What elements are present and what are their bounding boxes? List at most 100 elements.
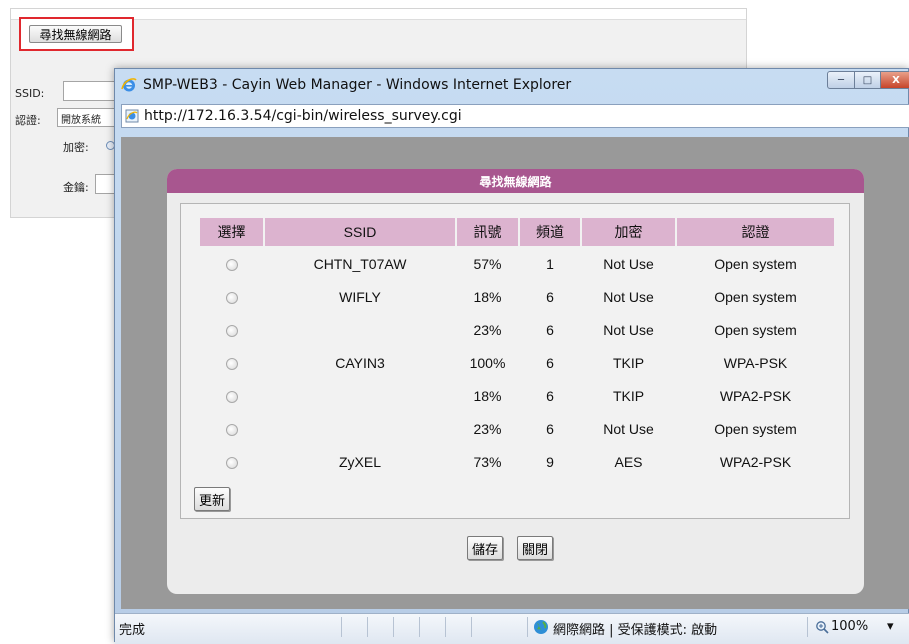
row-cell-channel: 6 <box>546 354 554 371</box>
row-cell-select[interactable] <box>200 413 263 444</box>
row-cell-channel: 6 <box>546 420 554 437</box>
row-cell-select[interactable] <box>200 314 263 345</box>
page-icon <box>125 109 139 123</box>
row-cell-signal: 73% <box>473 453 502 470</box>
status-divider <box>445 617 446 637</box>
maximize-button[interactable]: □ <box>854 71 881 89</box>
network-list-frame: 選擇 SSID 訊號 頻道 加密 認證 CHTN_T07AW 57% 1 Not… <box>180 203 850 519</box>
table-row[interactable]: 23% 6 Not Use Open system <box>200 314 834 345</box>
minimize-button[interactable]: ─ <box>827 71 855 89</box>
row-cell-channel: 9 <box>546 453 554 470</box>
select-radio[interactable] <box>225 324 238 337</box>
row-cell-signal: 23% <box>473 420 502 437</box>
row-cell-ssid <box>265 380 455 411</box>
table-row[interactable]: WIFLY 18% 6 Not Use Open system <box>200 281 834 312</box>
row-cell-select[interactable] <box>200 347 263 378</box>
row-cell-encryption: Not Use <box>603 288 654 305</box>
row-cell-encryption: TKIP <box>612 354 645 371</box>
row-cell-encryption: Not Use <box>603 321 654 338</box>
row-cell-encryption: AES <box>614 453 643 470</box>
row-cell-select[interactable] <box>200 446 263 477</box>
col-encryption: 加密 <box>582 218 675 246</box>
save-button[interactable]: 儲存 <box>467 536 504 560</box>
status-divider <box>807 617 808 637</box>
select-radio[interactable] <box>225 423 238 436</box>
select-radio[interactable] <box>225 258 238 271</box>
row-cell-select[interactable] <box>200 380 263 411</box>
col-ssid: SSID <box>265 218 455 246</box>
find-wireless-button[interactable]: 尋找無線網路 <box>29 25 122 43</box>
address-bar[interactable]: http://172.16.3.54/cgi-bin/wireless_surv… <box>121 104 909 128</box>
zoom-level[interactable]: 100% <box>831 619 868 634</box>
status-divider <box>341 617 342 637</box>
row-cell-auth: WPA2-PSK <box>719 387 792 404</box>
row-cell-select[interactable] <box>200 281 263 312</box>
row-cell-ssid <box>265 314 455 345</box>
row-cell-signal: 18% <box>473 387 502 404</box>
dialog-title: 尋找無線網路 <box>167 169 864 193</box>
key-label: 金鑰: <box>63 181 89 194</box>
encrypt-label: 加密: <box>63 141 89 154</box>
row-cell-ssid: ZyXEL <box>338 453 381 470</box>
row-cell-auth: Open system <box>714 321 797 338</box>
select-radio[interactable] <box>225 456 238 469</box>
window-title: SMP-WEB3 - Cayin Web Manager - Windows I… <box>143 77 572 93</box>
row-cell-ssid: CHTN_T07AW <box>313 255 407 272</box>
status-bar: 完成 網際網路 | 受保護模式: 啟動 100% ▾ <box>115 613 909 644</box>
table-row[interactable]: CHTN_T07AW 57% 1 Not Use Open system <box>200 248 834 279</box>
row-cell-ssid: CAYIN3 <box>335 354 385 371</box>
col-select: 選擇 <box>200 218 263 246</box>
address-url: http://172.16.3.54/cgi-bin/wireless_surv… <box>144 108 462 124</box>
status-divider <box>393 617 394 637</box>
dialog-panel: 尋找無線網路 選擇 SSID 訊號 頻道 加密 認證 CHTN_T07AW 57… <box>167 169 864 594</box>
ie-window: SMP-WEB3 - Cayin Web Manager - Windows I… <box>114 68 909 644</box>
title-bar: SMP-WEB3 - Cayin Web Manager - Windows I… <box>115 69 909 99</box>
table-row[interactable]: ZyXEL 73% 9 AES WPA2-PSK <box>200 446 834 477</box>
row-cell-auth: WPA2-PSK <box>719 453 792 470</box>
col-auth: 認證 <box>677 218 834 246</box>
select-radio[interactable] <box>225 357 238 370</box>
row-cell-encryption: Not Use <box>603 420 654 437</box>
row-cell-select[interactable] <box>200 248 263 279</box>
ssid-label: SSID: <box>15 87 45 100</box>
zoom-icon[interactable] <box>815 620 829 634</box>
status-divider <box>527 617 528 637</box>
row-cell-signal: 100% <box>469 354 506 371</box>
col-signal: 訊號 <box>457 218 518 246</box>
row-cell-ssid: WIFLY <box>339 288 381 305</box>
table-row[interactable]: 23% 6 Not Use Open system <box>200 413 834 444</box>
auth-label: 認證: <box>15 114 41 127</box>
row-cell-auth: Open system <box>714 255 797 272</box>
close-button[interactable]: 關閉 <box>517 536 554 560</box>
row-cell-ssid <box>265 413 455 444</box>
status-text: 完成 <box>119 623 146 638</box>
row-cell-channel: 1 <box>546 255 554 272</box>
row-cell-signal: 18% <box>473 288 502 305</box>
security-zone[interactable]: 網際網路 | 受保護模式: 啟動 <box>553 619 717 638</box>
col-channel: 頻道 <box>520 218 580 246</box>
row-cell-auth: Open system <box>714 420 797 437</box>
ssid-input[interactable] <box>63 81 118 101</box>
row-cell-auth: Open system <box>714 288 797 305</box>
row-cell-channel: 6 <box>546 387 554 404</box>
select-radio[interactable] <box>225 291 238 304</box>
status-divider <box>367 617 368 637</box>
table-row[interactable]: CAYIN3 100% 6 TKIP WPA-PSK <box>200 347 834 378</box>
refresh-button[interactable]: 更新 <box>194 487 231 511</box>
row-cell-encryption: Not Use <box>603 255 654 272</box>
close-window-button[interactable]: X <box>880 71 909 89</box>
page-content: 尋找無線網路 選擇 SSID 訊號 頻道 加密 認證 CHTN_T07AW 57… <box>121 137 909 609</box>
table-row[interactable]: 18% 6 TKIP WPA2-PSK <box>200 380 834 411</box>
row-cell-encryption: TKIP <box>612 387 645 404</box>
row-cell-channel: 6 <box>546 288 554 305</box>
status-divider <box>471 617 472 637</box>
zoom-dropdown-icon[interactable]: ▾ <box>887 619 894 634</box>
select-radio[interactable] <box>225 390 238 403</box>
status-divider <box>419 617 420 637</box>
row-cell-channel: 6 <box>546 321 554 338</box>
table-header-row: 選擇 SSID 訊號 頻道 加密 認證 <box>200 218 834 246</box>
auth-select[interactable]: 開放系統 <box>57 108 117 127</box>
row-cell-auth: WPA-PSK <box>723 354 788 371</box>
globe-icon <box>534 620 548 634</box>
internet-explorer-icon <box>121 78 137 92</box>
